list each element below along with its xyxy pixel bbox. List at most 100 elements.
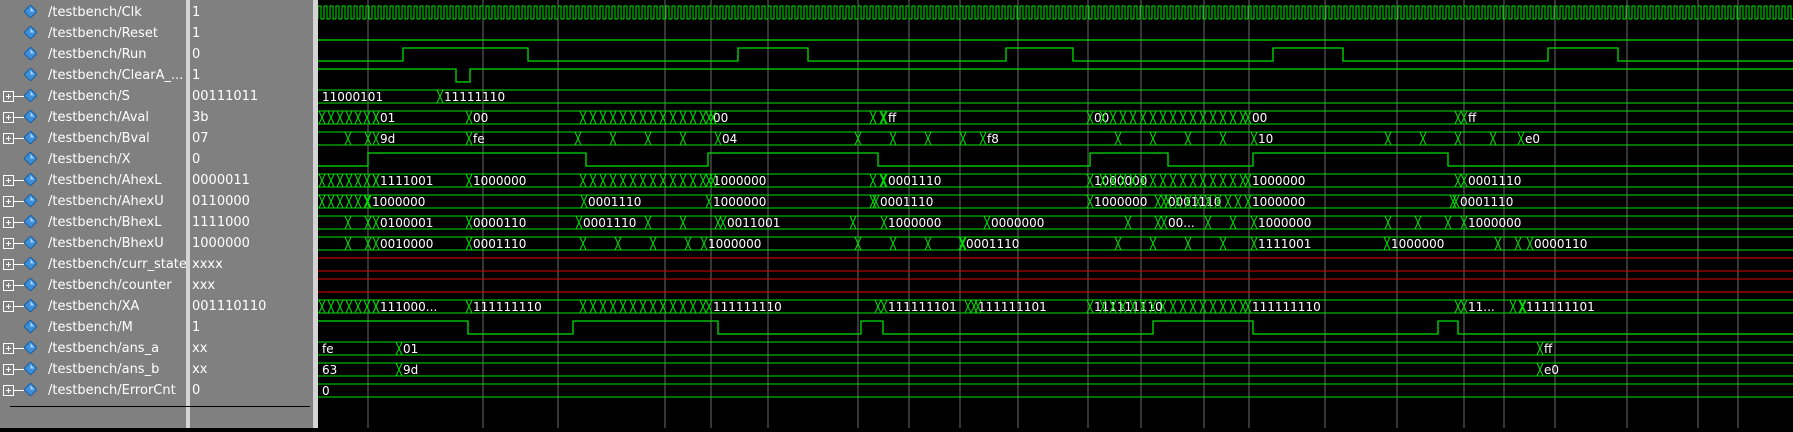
- bus-transition: [372, 173, 380, 188]
- digital-wave: [318, 68, 1793, 83]
- bus-transition: [436, 89, 444, 104]
- signal-row[interactable]: /testbench/M: [0, 317, 186, 338]
- bus-value-label: 1000000: [1094, 195, 1147, 209]
- signal-row[interactable]: /testbench/ans_b: [0, 359, 186, 380]
- bus-transition: [609, 173, 617, 188]
- waveform-pane[interactable]: 11000101 11111110 01 00 00 ff 00 00 ff 9d fe 04 f8 10…: [317, 0, 1793, 428]
- tree-line: [14, 369, 24, 370]
- expand-icon[interactable]: [3, 91, 14, 102]
- bus-transition: [1244, 173, 1252, 188]
- expand-icon[interactable]: [3, 301, 14, 312]
- bus-transition: [1383, 236, 1391, 251]
- bus-transition: [1384, 131, 1392, 146]
- signal-row[interactable]: /testbench/ans_a: [0, 338, 186, 359]
- bus-transition: [1149, 131, 1157, 146]
- bus-value-label: 0: [322, 384, 330, 398]
- bus-transition: [318, 110, 326, 125]
- bus-value-label: 1000000: [1252, 195, 1305, 209]
- signal-row[interactable]: /testbench/curr_state: [0, 254, 187, 275]
- tree-line: [14, 222, 24, 223]
- bus-value-label: 0000000: [991, 216, 1044, 230]
- bus-transition: [1189, 299, 1197, 314]
- signal-row[interactable]: /testbench/ErrorCnt: [0, 380, 186, 401]
- expand-icon[interactable]: [3, 280, 14, 291]
- signal-row[interactable]: /testbench/Bval: [0, 128, 186, 149]
- bus-transition: [1518, 299, 1526, 314]
- signal-row[interactable]: /testbench/Aval: [0, 107, 186, 128]
- bus-value-label: 1000000: [713, 174, 766, 188]
- expand-icon[interactable]: [3, 343, 14, 354]
- signal-row[interactable]: /testbench/ClearA_...: [0, 65, 186, 86]
- bus-transition: [649, 299, 657, 314]
- signal-name: /testbench/Aval: [48, 110, 150, 125]
- expand-icon[interactable]: [3, 259, 14, 270]
- expand-icon[interactable]: [3, 112, 14, 123]
- bus-transition: [714, 215, 722, 230]
- bus-value-label: 0001110: [473, 237, 526, 251]
- expand-icon[interactable]: [3, 175, 14, 186]
- bus-transition: [1114, 131, 1122, 146]
- bus-transition: [589, 173, 597, 188]
- signal-name: /testbench/curr_state: [48, 257, 187, 272]
- bus-transition: [609, 299, 617, 314]
- signal-row[interactable]: /testbench/S: [0, 86, 186, 107]
- expand-icon[interactable]: [3, 364, 14, 375]
- bus-transition: [679, 173, 687, 188]
- bus-value-label: 1000000: [1391, 237, 1444, 251]
- bus-transition: [1219, 110, 1227, 125]
- bus-transition: [889, 131, 897, 146]
- bus-transition: [1159, 173, 1167, 188]
- bus-transition: [699, 299, 707, 314]
- bus-transition: [579, 299, 587, 314]
- bus-transition: [669, 299, 677, 314]
- bus-transition: [1224, 194, 1232, 209]
- bus-value-label: 1000000: [473, 174, 526, 188]
- bus-transition: [669, 110, 677, 125]
- bus-transition: [465, 299, 473, 314]
- bus-transition: [318, 173, 326, 188]
- bus-transition: [1184, 236, 1192, 251]
- bus-transition: [1179, 299, 1187, 314]
- bus-transition: [372, 110, 380, 125]
- signal-name: /testbench/AhexU: [48, 194, 164, 209]
- bus-transition: [679, 299, 687, 314]
- bus-transition: [639, 173, 647, 188]
- signal-row[interactable]: /testbench/Clk: [0, 2, 186, 23]
- bus-transition: [699, 173, 707, 188]
- expand-icon[interactable]: [3, 217, 14, 228]
- bus-transition: [1124, 215, 1132, 230]
- bus-value-label: 1000000: [888, 216, 941, 230]
- bus-transition: [1219, 173, 1227, 188]
- expand-icon[interactable]: [3, 133, 14, 144]
- bus-transition: [879, 110, 887, 125]
- bus-transition: [363, 110, 371, 125]
- expand-icon[interactable]: [3, 385, 14, 396]
- bus-transition: [1114, 236, 1122, 251]
- bus-transition: [649, 236, 657, 251]
- signal-row[interactable]: /testbench/BhexU: [0, 233, 186, 254]
- bus-value-label: 1111001: [380, 174, 433, 188]
- signal-row[interactable]: /testbench/BhexL: [0, 212, 186, 233]
- bus-transition: [609, 131, 617, 146]
- signal-row[interactable]: /testbench/Run: [0, 44, 186, 65]
- bus-value-label: e0: [1525, 132, 1540, 146]
- expand-icon[interactable]: [3, 196, 14, 207]
- bus-transition: [465, 131, 473, 146]
- signal-diamond-icon: [24, 173, 37, 186]
- bus-transition: [1179, 173, 1187, 188]
- waveform-canvas[interactable]: 11000101 1111111001 00 00 ff 00 00 ff9d fe 04 f8 10…: [317, 0, 1793, 428]
- bus-transition: [1189, 110, 1197, 125]
- signal-row[interactable]: /testbench/Reset: [0, 23, 186, 44]
- bus-transition: [689, 110, 697, 125]
- signal-row[interactable]: /testbench/AhexU: [0, 191, 186, 212]
- signal-row[interactable]: /testbench/X: [0, 149, 186, 170]
- signal-row[interactable]: /testbench/AhexL: [0, 170, 186, 191]
- expand-icon[interactable]: [3, 238, 14, 249]
- signal-diamond-icon: [24, 110, 37, 123]
- signal-row[interactable]: /testbench/XA: [0, 296, 186, 317]
- bus-value-label: 00: [473, 111, 488, 125]
- signal-name: /testbench/Bval: [48, 131, 150, 146]
- bus-transition: [1229, 173, 1237, 188]
- signal-diamond-icon: [24, 383, 37, 396]
- signal-row[interactable]: /testbench/counter: [0, 275, 186, 296]
